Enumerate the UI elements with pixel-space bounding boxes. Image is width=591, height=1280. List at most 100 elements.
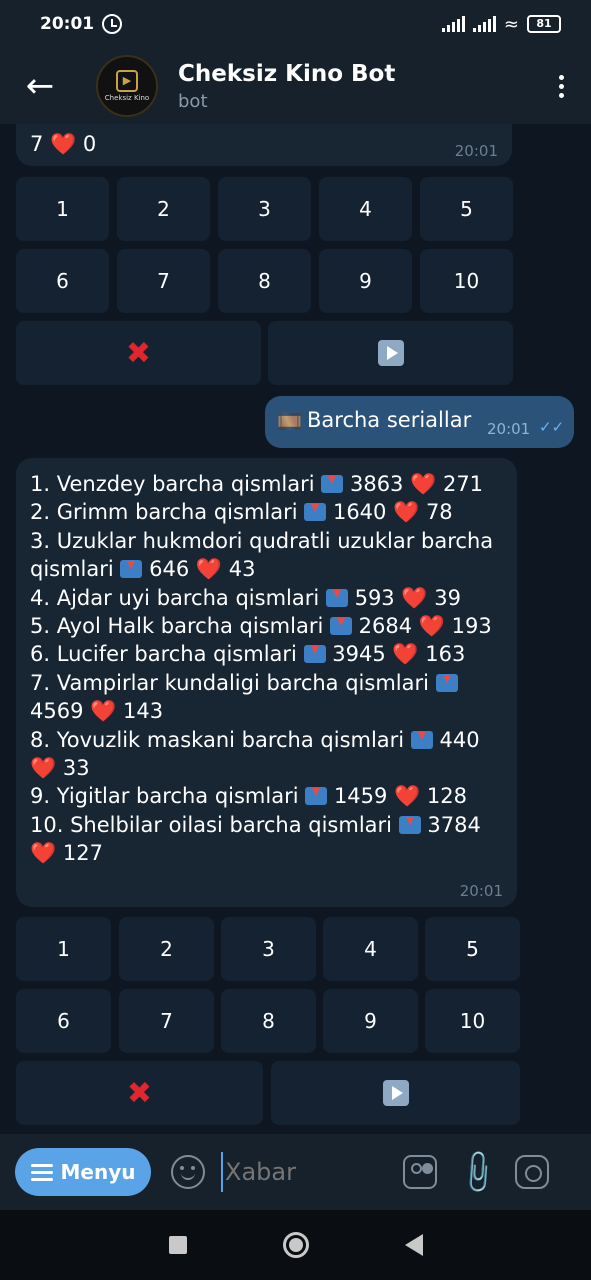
page-button-6[interactable]: 6 <box>16 989 111 1053</box>
outgoing-message-time: 20:01 <box>487 420 531 438</box>
download-tray-icon <box>304 503 327 522</box>
next-page-button[interactable] <box>268 321 513 385</box>
download-tray-icon <box>325 588 348 607</box>
chat-title: Cheksiz Kino Bot <box>178 60 396 87</box>
page-button-5[interactable]: 5 <box>425 917 520 981</box>
film-icon: 🎞️ <box>277 409 302 433</box>
status-time: 20:01 <box>40 14 95 34</box>
list-item: 9. Yigitlar barcha qismlari 1459 ❤️ 128 <box>30 784 468 809</box>
download-tray-icon <box>321 475 344 493</box>
next-arrow-icon <box>377 340 404 366</box>
close-button[interactable]: ✖ <box>16 321 261 385</box>
download-tray-icon <box>435 673 458 692</box>
menu-button-label: Menyu <box>60 1160 136 1184</box>
chat-subtitle: bot <box>178 90 208 112</box>
signal-icon-2 <box>472 16 496 32</box>
list-item: 1. Venzdey barcha qismlari 3863 ❤️ 271 <box>30 472 484 496</box>
attach-icon[interactable]: 📎 <box>452 1147 503 1198</box>
page-button-1[interactable]: 1 <box>16 177 109 241</box>
previous-message-text: 7 ❤️ 0 <box>30 132 97 156</box>
next-page-button[interactable] <box>271 1061 520 1125</box>
emoji-icon[interactable] <box>171 1155 205 1189</box>
page-button-9[interactable]: 9 <box>319 249 412 313</box>
signal-icon <box>441 16 465 32</box>
heart-icon: ❤️ <box>30 756 57 781</box>
recent-apps-icon[interactable] <box>168 1236 187 1254</box>
page-button-9[interactable]: 9 <box>323 989 418 1053</box>
download-tray-icon <box>120 560 143 579</box>
heart-icon: ❤️ <box>394 784 421 809</box>
wifi-icon: ≈ <box>503 13 519 35</box>
download-tray-icon <box>305 787 328 806</box>
page-button-4[interactable]: 4 <box>323 917 418 981</box>
message-input[interactable] <box>221 1152 381 1192</box>
page-button-10[interactable]: 10 <box>420 249 513 313</box>
heart-icon: ❤️ <box>90 699 117 724</box>
close-button[interactable]: ✖ <box>16 1061 263 1125</box>
more-options-icon[interactable] <box>531 74 591 98</box>
page-button-2[interactable]: 2 <box>117 177 210 241</box>
battery-icon: 81 <box>527 15 561 33</box>
list-item: 5. Ayol Halk barcha qismlari 2684 ❤️ 193 <box>30 614 492 639</box>
download-tray-icon <box>303 645 326 664</box>
page-button-2[interactable]: 2 <box>119 917 214 981</box>
avatar-label: Cheksiz Kino <box>104 94 150 102</box>
download-tray-icon <box>410 730 433 749</box>
outgoing-message: 🎞️ Barcha seriallar 20:01 ✓✓ <box>265 396 574 448</box>
read-checks-icon: ✓✓ <box>539 418 565 436</box>
previous-message: 7 ❤️ 0 20:01 <box>16 124 512 166</box>
heart-icon: ❤️ <box>418 614 445 639</box>
page-button-7[interactable]: 7 <box>117 249 210 313</box>
heart-icon: ❤️ <box>401 585 428 610</box>
system-nav-bar <box>0 1210 591 1280</box>
download-tray-icon <box>398 815 421 834</box>
play-icon: ▶ <box>116 70 138 92</box>
series-list: 1. Venzdey barcha qismlari 3863 ❤️ 271 2… <box>30 470 506 868</box>
list-item: 10. Shelbilar oilasi barcha qismlari 378… <box>30 812 481 866</box>
heart-icon: ❤️ <box>195 557 223 582</box>
close-x-icon: ✖ <box>125 335 152 371</box>
bot-commands-icon[interactable] <box>403 1155 437 1189</box>
home-icon[interactable] <box>282 1232 309 1258</box>
status-icons: ≈ 81 <box>441 13 561 35</box>
page-button-8[interactable]: 8 <box>221 989 316 1053</box>
page-button-7[interactable]: 7 <box>119 989 214 1053</box>
camera-icon[interactable] <box>515 1155 549 1189</box>
message-time: 20:01 <box>459 882 503 900</box>
title-block[interactable]: Cheksiz Kino Bot bot <box>178 61 395 112</box>
heart-icon: ❤️ <box>393 500 420 525</box>
menu-icon <box>30 1163 53 1181</box>
list-item: 3. Uzuklar hukmdori qudratli uzuklar bar… <box>30 528 494 582</box>
page-button-4[interactable]: 4 <box>319 177 412 241</box>
back-icon[interactable] <box>404 1234 423 1256</box>
back-arrow-icon[interactable]: ← <box>0 48 80 124</box>
page-button-8[interactable]: 8 <box>218 249 311 313</box>
message-time: 20:01 <box>454 142 498 160</box>
page-button-6[interactable]: 6 <box>16 249 109 313</box>
list-item: 4. Ajdar uyi barcha qismlari 593 ❤️ 39 <box>30 585 461 610</box>
heart-icon: ❤️ <box>410 472 437 496</box>
next-arrow-icon <box>382 1080 409 1106</box>
list-item: 2. Grimm barcha qismlari 1640 ❤️ 78 <box>30 500 453 525</box>
heart-icon: ❤️ <box>392 642 419 667</box>
avatar[interactable]: ▶ Cheksiz Kino <box>96 55 158 117</box>
list-item: 8. Yovuzlik maskani barcha qismlari 440 … <box>30 727 480 781</box>
download-tray-icon <box>329 617 352 636</box>
heart-icon: ❤️ <box>30 841 57 866</box>
message-input-bar: Menyu 📎 <box>0 1134 591 1210</box>
page-button-3[interactable]: 3 <box>221 917 316 981</box>
series-list-message: 1. Venzdey barcha qismlari 3863 ❤️ 271 2… <box>16 458 517 907</box>
status-bar: 20:01 ≈ 81 <box>0 0 591 48</box>
page-button-5[interactable]: 5 <box>420 177 513 241</box>
page-button-3[interactable]: 3 <box>218 177 311 241</box>
outgoing-message-text: Barcha seriallar <box>307 408 472 432</box>
close-x-icon: ✖ <box>126 1075 153 1111</box>
alarm-icon <box>102 14 123 34</box>
page-button-1[interactable]: 1 <box>16 917 111 981</box>
chat-header: ← ▶ Cheksiz Kino Cheksiz Kino Bot bot <box>0 48 591 124</box>
list-item: 7. Vampirlar kundaligi barcha qismlari 4… <box>30 669 506 726</box>
chat-area[interactable]: 7 ❤️ 0 20:01 1 2 3 4 5 6 7 8 9 10 ✖ 🎞️ B… <box>0 124 591 1134</box>
menu-button[interactable]: Menyu <box>15 1148 151 1196</box>
list-item: 6. Lucifer barcha qismlari 3945 ❤️ 163 <box>30 642 466 667</box>
page-button-10[interactable]: 10 <box>425 989 520 1053</box>
